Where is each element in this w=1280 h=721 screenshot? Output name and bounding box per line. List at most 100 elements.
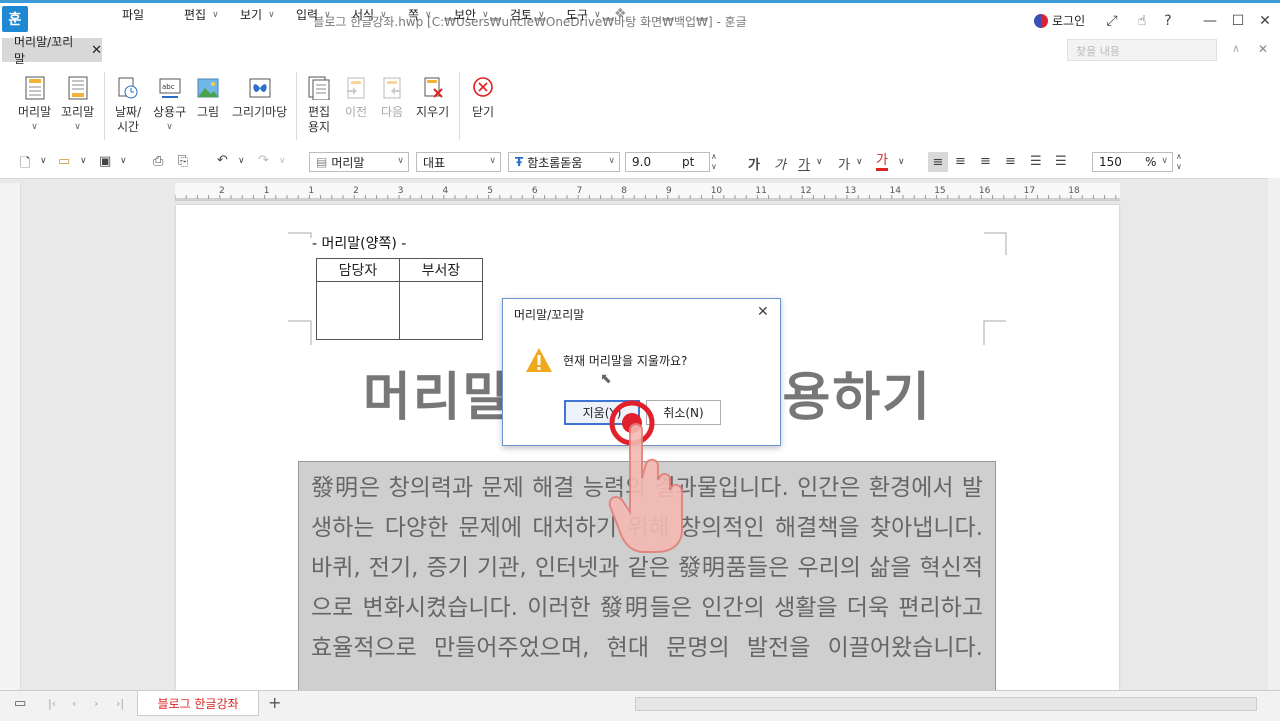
- undo-icon[interactable]: ↶: [217, 153, 228, 168]
- next-tab-icon[interactable]: ›: [94, 697, 98, 710]
- edit-paper-button[interactable]: 편집 용지: [308, 76, 330, 135]
- find-input[interactable]: 찾을 내용: [1067, 39, 1217, 61]
- zoom-field[interactable]: 150% ∨: [1092, 152, 1173, 172]
- close-tab-icon[interactable]: ✕: [91, 43, 102, 58]
- last-tab-icon[interactable]: ›|: [116, 697, 124, 710]
- chevron-down-icon: ∨: [538, 9, 545, 20]
- page-view-icon[interactable]: ▭: [14, 696, 26, 711]
- extension-icon[interactable]: ❖: [614, 6, 627, 22]
- erase-button[interactable]: 지우기: [416, 76, 449, 120]
- redo-icon[interactable]: ↷: [258, 153, 269, 168]
- close-window-icon[interactable]: ✕: [1255, 11, 1275, 31]
- menu-edit[interactable]: 편집 ∨: [184, 6, 219, 23]
- table-header-cell[interactable]: 담당자: [316, 258, 400, 282]
- close-ribbon-button[interactable]: 닫기: [472, 76, 494, 120]
- chevron-down-icon[interactable]: ∨: [238, 156, 245, 166]
- menu-security[interactable]: 보안 ∨: [454, 6, 489, 23]
- chevron-down-icon: ∨: [397, 156, 404, 166]
- menu-tools-label: 도구: [566, 8, 589, 22]
- drawing-label: 그리기마당: [232, 105, 288, 119]
- chevron-down-icon[interactable]: ∨: [856, 157, 863, 167]
- minimize-icon[interactable]: —: [1200, 11, 1220, 31]
- close-doc-icon[interactable]: ✕: [1258, 42, 1268, 56]
- menu-insert[interactable]: 입력 ∨: [296, 6, 331, 23]
- new-doc-icon[interactable]: 🗋: [20, 154, 30, 176]
- menu-tools[interactable]: 도구 ∨: [566, 6, 601, 23]
- table-cell[interactable]: [399, 281, 483, 340]
- vertical-ruler[interactable]: [0, 183, 21, 690]
- ruler-number: 1: [263, 186, 270, 196]
- chevron-down-icon[interactable]: ∨: [279, 156, 286, 166]
- print-preview-icon[interactable]: ⎘: [178, 154, 188, 169]
- login-button[interactable]: 로그인: [1034, 12, 1085, 29]
- align-center-icon[interactable]: ≡: [980, 154, 991, 169]
- fullscreen-icon[interactable]: ⤢: [1102, 11, 1122, 31]
- tab-header-footer[interactable]: 머리말/꼬리말 ✕: [2, 35, 102, 66]
- prev-button[interactable]: 이전: [345, 76, 367, 120]
- menu-format[interactable]: 서식 ∨: [352, 6, 387, 23]
- ribbon-separator: [459, 72, 460, 140]
- align-right-icon[interactable]: ≡: [1005, 154, 1016, 169]
- datetime-button[interactable]: 날짜/시간: [115, 76, 141, 135]
- document-tab[interactable]: 블로그 한글강좌: [137, 691, 259, 716]
- distribute-icon[interactable]: ☰: [1030, 154, 1042, 169]
- title-left: 머리말: [362, 368, 513, 428]
- menu-review[interactable]: 검토 ∨: [510, 6, 545, 23]
- first-tab-icon[interactable]: |‹: [48, 697, 56, 710]
- divide-icon[interactable]: ☰: [1055, 154, 1067, 169]
- save-icon[interactable]: ▣: [99, 154, 111, 169]
- ribbon: [0, 64, 1280, 149]
- chevron-down-icon: ∨: [324, 9, 331, 20]
- title-right: 용하기: [782, 368, 933, 428]
- maximize-icon[interactable]: ☐: [1228, 11, 1248, 31]
- horizontal-scrollbar[interactable]: [635, 697, 1257, 711]
- style-select[interactable]: ▤ 머리말 ∨: [309, 152, 409, 172]
- touch-mode-icon[interactable]: ☝: [1132, 11, 1152, 31]
- add-tab-button[interactable]: +: [268, 693, 281, 712]
- drawing-button[interactable]: 그리기마당: [232, 76, 287, 120]
- chevron-down-icon[interactable]: ∨: [80, 156, 87, 166]
- font-size-field[interactable]: 9.0 pt: [625, 152, 710, 172]
- erase-icon: [424, 77, 443, 98]
- dialog-close-icon[interactable]: ✕: [757, 304, 769, 320]
- justify-icon[interactable]: ≡: [928, 152, 948, 172]
- chevron-down-icon[interactable]: ∨: [40, 156, 47, 166]
- language-select[interactable]: 대표 ∨: [416, 152, 501, 172]
- next-button[interactable]: 다음: [381, 76, 403, 120]
- picture-button[interactable]: 그림: [197, 76, 219, 120]
- table-cell[interactable]: [316, 281, 400, 340]
- menu-view[interactable]: 보기 ∨: [240, 6, 275, 23]
- chevron-down-icon[interactable]: ∨: [898, 157, 905, 167]
- help-icon[interactable]: ?: [1158, 11, 1178, 31]
- chevron-down-icon[interactable]: ∨: [120, 156, 127, 166]
- zoom-spinner[interactable]: ∧ ∨: [1176, 152, 1182, 172]
- open-folder-icon[interactable]: ▭: [58, 154, 70, 169]
- menu-file[interactable]: 파일: [122, 6, 144, 23]
- table-header-cell[interactable]: 부서장: [399, 258, 483, 282]
- collapse-ribbon-icon[interactable]: ∧: [1232, 42, 1240, 55]
- print-icon[interactable]: ⎙: [153, 154, 163, 169]
- vertical-scrollbar[interactable]: [1268, 178, 1280, 690]
- menu-page[interactable]: 쪽 ∨: [408, 6, 432, 23]
- zoom-unit: %: [1145, 155, 1157, 169]
- bold-icon[interactable]: 가: [748, 154, 760, 173]
- prev-tab-icon[interactable]: ‹: [72, 697, 76, 710]
- footer-button[interactable]: 꼬리말 ∨: [61, 76, 94, 135]
- ruler-number: 9: [666, 186, 672, 196]
- text-color-icon[interactable]: 가: [876, 154, 888, 171]
- font-select[interactable]: Ŧ 함초롬돋움 ∨: [508, 152, 620, 172]
- footer-icon: [68, 76, 88, 100]
- chevron-down-icon[interactable]: ∨: [816, 157, 823, 167]
- approval-table[interactable]: 담당자 부서장: [316, 258, 483, 340]
- ruler-number: 4: [442, 186, 449, 196]
- chevron-down-icon: ∨: [425, 9, 432, 20]
- underline-icon[interactable]: 가: [798, 154, 810, 173]
- phrase-button[interactable]: abc 상용구 ∨: [153, 76, 186, 135]
- italic-icon[interactable]: 가: [774, 154, 786, 173]
- chevron-down-icon: ∨: [594, 9, 601, 20]
- header-button[interactable]: 머리말 ∨: [18, 76, 51, 135]
- font-size-spinner[interactable]: ∧ ∨: [711, 152, 717, 172]
- ruler-number: 5: [487, 186, 493, 196]
- align-left-icon[interactable]: ≡: [955, 154, 966, 169]
- strikethrough-icon[interactable]: 가: [838, 154, 850, 173]
